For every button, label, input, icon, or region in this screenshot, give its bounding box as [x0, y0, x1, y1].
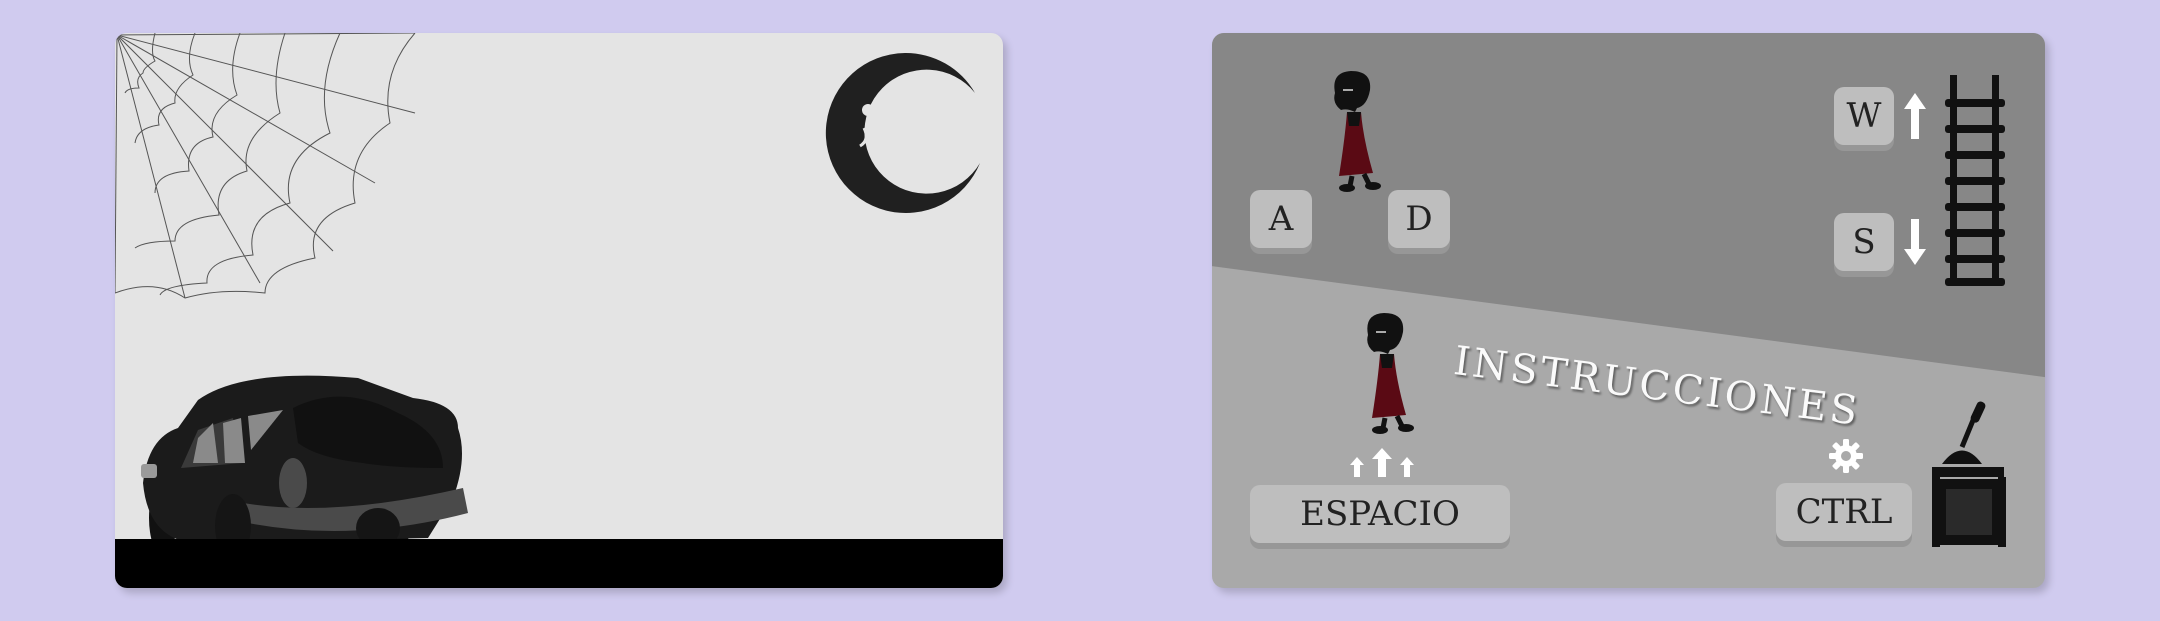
key-d: D — [1388, 190, 1450, 248]
key-ctrl: CTRL — [1776, 483, 1912, 541]
girl-character-top — [1334, 71, 1381, 192]
spider-web — [115, 33, 416, 299]
crescent-moon — [825, 52, 980, 213]
key-a: A — [1250, 190, 1312, 248]
key-w: W — [1834, 87, 1894, 145]
game-scene-panel — [115, 33, 1003, 588]
instructions-panel: A D W S INSTRUCCIONES ESPACIO CTRL — [1212, 33, 2045, 588]
jump-arrows-icon — [1350, 448, 1414, 477]
girl-character-bottom — [1367, 313, 1414, 434]
arrow-down-icon — [1904, 219, 1926, 265]
key-s: S — [1834, 213, 1894, 271]
instructions-title: INSTRUCCIONES — [1451, 338, 1863, 435]
arrow-up-icon — [1904, 93, 1926, 139]
ladder-icon — [1945, 75, 2005, 286]
lever-box-icon — [1932, 401, 2006, 547]
gear-icon — [1829, 439, 1863, 473]
old-car — [141, 375, 468, 558]
key-espacio: ESPACIO — [1250, 485, 1510, 543]
ground — [115, 539, 1003, 588]
